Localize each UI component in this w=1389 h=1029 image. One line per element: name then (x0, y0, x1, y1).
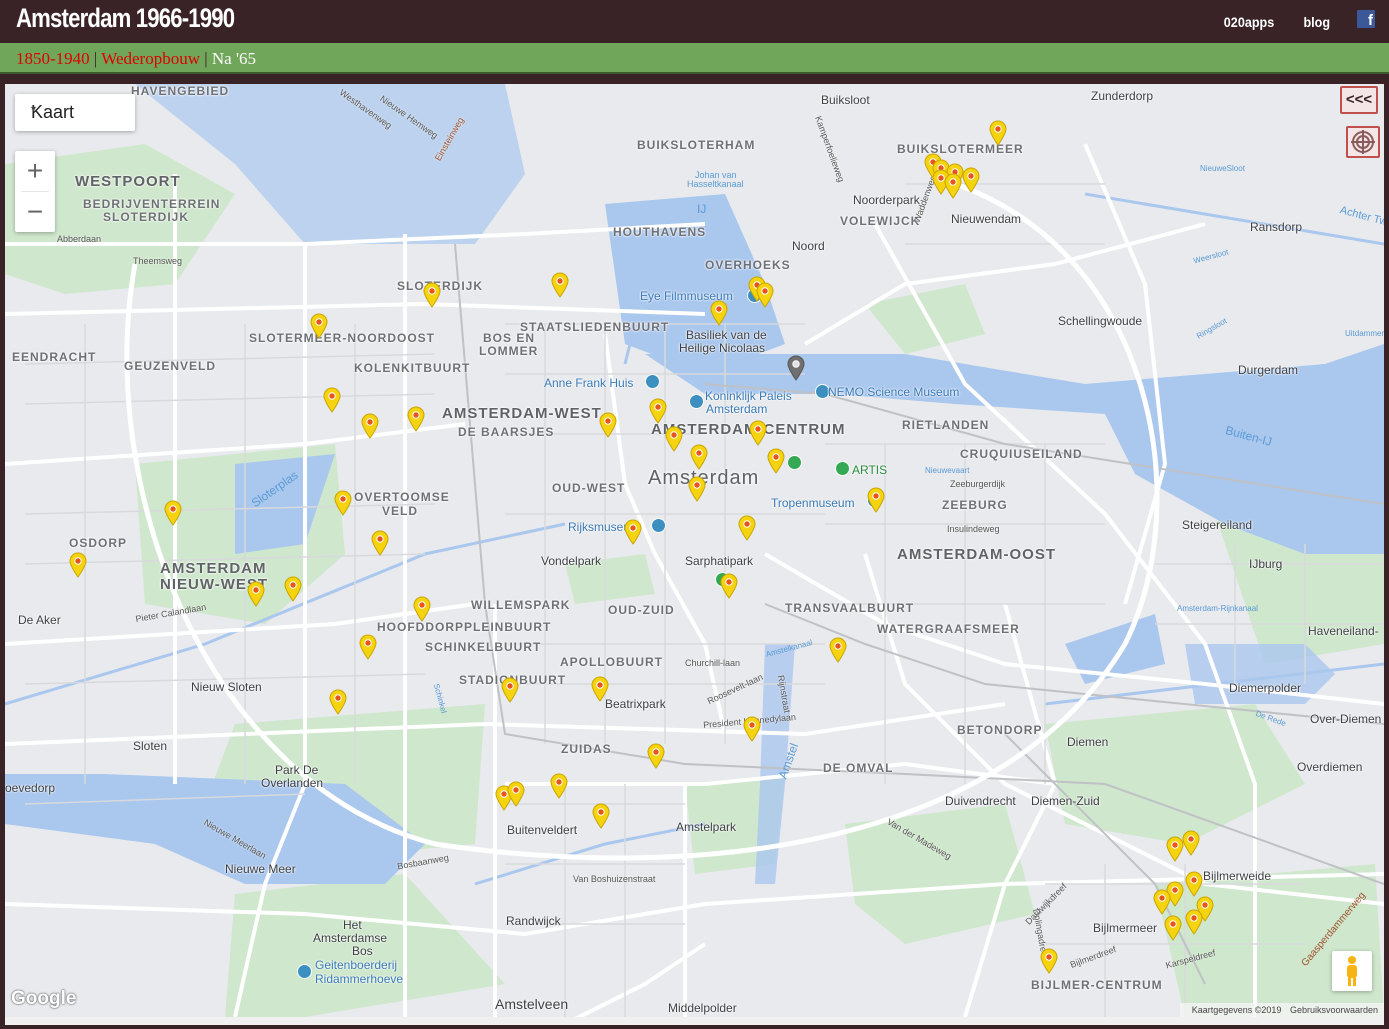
header-links: 020apps blog f (1196, 0, 1375, 43)
compass-icon (1351, 130, 1375, 154)
building-marker[interactable] (334, 490, 352, 516)
zoom-out-button[interactable]: − (15, 192, 55, 232)
building-marker[interactable] (310, 313, 328, 339)
map-canvas[interactable]: HAVENGEBIED WESTPOORT BEDRIJVENTERREIN S… (5, 84, 1384, 1017)
attribution-text: Kaartgegevens ©2019 (1191, 1005, 1282, 1015)
building-marker[interactable] (69, 552, 87, 578)
landmark-icon[interactable] (689, 394, 704, 409)
building-marker[interactable] (371, 530, 389, 556)
zoom-in-button[interactable]: + (15, 151, 55, 191)
building-marker[interactable] (749, 420, 767, 446)
building-marker[interactable] (591, 676, 609, 702)
building-marker[interactable] (247, 581, 265, 607)
terms-link[interactable]: Gebruiksvoorwaarden (1290, 1005, 1378, 1015)
building-marker[interactable] (407, 406, 425, 432)
building-marker[interactable] (164, 500, 182, 526)
building-marker[interactable] (359, 634, 377, 660)
period-nav: 1850-1940 | Wederopbouw | Na '65 (0, 43, 1389, 74)
collapse-panel-button[interactable]: <<< (1340, 86, 1378, 114)
building-marker[interactable] (743, 716, 761, 742)
map-base (5, 84, 1384, 1017)
building-marker[interactable] (624, 519, 642, 545)
top-header: Amsterdam 1966-1990 020apps blog f (0, 0, 1389, 43)
chevron-down-icon: ▾ (31, 104, 37, 115)
building-marker[interactable] (1185, 909, 1203, 935)
google-logo[interactable]: Google (11, 988, 76, 1010)
park-icon[interactable] (787, 455, 802, 470)
building-marker[interactable] (550, 773, 568, 799)
map-resize-strip[interactable] (5, 1017, 1384, 1025)
building-marker[interactable] (284, 576, 302, 602)
building-marker[interactable] (867, 487, 885, 513)
building-marker[interactable] (720, 573, 738, 599)
facebook-icon[interactable]: f (1357, 9, 1375, 29)
building-marker[interactable] (592, 803, 610, 829)
building-marker[interactable] (1153, 889, 1171, 915)
locate-button[interactable] (1346, 126, 1380, 158)
building-marker[interactable] (599, 412, 617, 438)
street-view-pegman[interactable] (1332, 951, 1372, 991)
museum-icon[interactable] (645, 374, 660, 389)
museum-icon[interactable] (815, 384, 830, 399)
zoo-icon[interactable] (835, 461, 850, 476)
building-marker[interactable] (829, 637, 847, 663)
building-marker[interactable] (423, 282, 441, 308)
building-marker[interactable] (756, 282, 774, 308)
building-marker[interactable] (989, 120, 1007, 146)
period-separator: | (204, 49, 208, 68)
building-marker[interactable] (413, 596, 431, 622)
building-marker[interactable] (361, 413, 379, 439)
link-blog[interactable]: blog (1304, 14, 1331, 30)
building-marker[interactable] (710, 300, 728, 326)
building-marker[interactable] (1185, 871, 1203, 897)
building-marker[interactable] (507, 781, 525, 807)
building-marker[interactable] (1182, 830, 1200, 856)
building-marker[interactable] (944, 173, 962, 199)
period-separator: | (93, 49, 98, 68)
building-marker[interactable] (690, 444, 708, 470)
museum-icon[interactable] (651, 518, 666, 533)
period-link-1850-1940[interactable]: 1850-1940 (16, 49, 90, 68)
map-type-select[interactable]: Kaart ▾ (15, 94, 135, 131)
building-marker[interactable] (962, 167, 980, 193)
pegman-icon (1347, 956, 1357, 986)
building-marker[interactable] (1040, 948, 1058, 974)
building-marker[interactable] (323, 387, 341, 413)
map-attribution: Kaartgegevens ©2019 Gebruiksvoorwaarden (1179, 1003, 1384, 1017)
building-marker[interactable] (665, 426, 683, 452)
period-current-na65: Na '65 (211, 49, 257, 68)
zoom-control: + − (15, 151, 55, 232)
building-marker[interactable] (329, 689, 347, 715)
farm-icon[interactable] (297, 964, 312, 979)
building-marker[interactable] (551, 272, 569, 298)
current-location-marker[interactable] (787, 355, 805, 381)
building-marker[interactable] (647, 743, 665, 769)
building-marker[interactable] (1164, 915, 1182, 941)
app-title[interactable]: Amsterdam 1966-1990 (16, 3, 235, 34)
building-marker[interactable] (738, 515, 756, 541)
building-marker[interactable] (688, 476, 706, 502)
link-020apps[interactable]: 020apps (1224, 14, 1274, 30)
period-link-wederopbouw[interactable]: Wederopbouw (101, 49, 200, 68)
building-marker[interactable] (767, 448, 785, 474)
building-marker[interactable] (501, 677, 519, 703)
building-marker[interactable] (649, 398, 667, 424)
